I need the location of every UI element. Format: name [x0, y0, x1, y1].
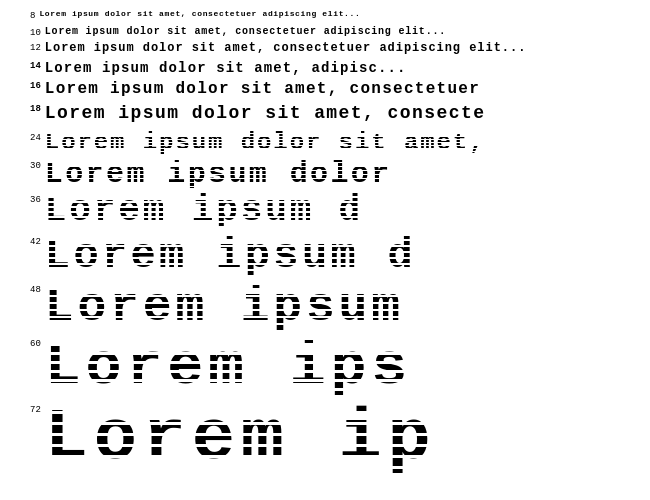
line-number-8: 8	[30, 8, 35, 23]
text-line-36: 36 Lorem ipsum d	[30, 193, 650, 229]
text-14: Lorem ipsum dolor sit amet, adipisc...	[45, 59, 407, 77]
text-line-18: 18 Lorem ipsum dolor sit amet, consecte	[30, 102, 650, 125]
line-number-16: 16	[30, 79, 41, 93]
text-42: Lorem ipsum d	[45, 235, 416, 277]
text-48: Lorem ipsum	[45, 283, 404, 331]
text-line-8: 8 Lorem ipsum dolor sit amet, consectetu…	[30, 8, 650, 23]
line-number-48: 48	[30, 283, 41, 295]
line-number-12: 12	[30, 41, 41, 55]
line-number-60: 60	[30, 337, 41, 349]
text-line-48: 48 Lorem ipsum	[30, 283, 650, 331]
text-line-30: 30 Lorem ipsum dolor	[30, 159, 650, 189]
text-line-16: 16 Lorem ipsum dolor sit amet, consectet…	[30, 79, 650, 100]
text-18: Lorem ipsum dolor sit amet, consecte	[45, 102, 486, 125]
text-10: Lorem ipsum dolor sit amet, consectetuer…	[45, 25, 446, 39]
text-line-14: 14 Lorem ipsum dolor sit amet, adipisc..…	[30, 59, 650, 77]
line-number-18: 18	[30, 102, 41, 116]
text-36: Lorem ipsum d	[45, 193, 363, 229]
line-number-30: 30	[30, 159, 41, 171]
text-60: Lorem ips	[45, 337, 412, 397]
line-number-36: 36	[30, 193, 41, 205]
text-line-12: 12 Lorem ipsum dolor sit amet, consectet…	[30, 41, 650, 57]
text-line-10: 10 Lorem ipsum dolor sit amet, consectet…	[30, 25, 650, 40]
line-number-10: 10	[30, 25, 41, 40]
text-line-42: 42 Lorem ipsum d	[30, 235, 650, 277]
text-24: Lorem ipsum dolor sit amet,	[45, 131, 486, 155]
line-number-14: 14	[30, 59, 41, 73]
line-number-72: 72	[30, 403, 41, 415]
text-72: Lorem ip	[45, 403, 437, 475]
text-line-24: 24 Lorem ipsum dolor sit amet,	[30, 131, 650, 155]
line-number-24: 24	[30, 131, 41, 143]
text-line-72: 72 Lorem ip	[30, 403, 650, 475]
line-number-42: 42	[30, 235, 41, 247]
text-8: Lorem ipsum dolor sit amet, consectetuer…	[39, 8, 360, 19]
text-30: Lorem ipsum dolor	[45, 159, 392, 189]
text-16: Lorem ipsum dolor sit amet, consectetuer	[45, 79, 480, 100]
text-line-60: 60 Lorem ips	[30, 337, 650, 397]
text-12: Lorem ipsum dolor sit amet, consectetuer…	[45, 41, 527, 57]
main-content: 8 Lorem ipsum dolor sit amet, consectetu…	[0, 0, 650, 500]
